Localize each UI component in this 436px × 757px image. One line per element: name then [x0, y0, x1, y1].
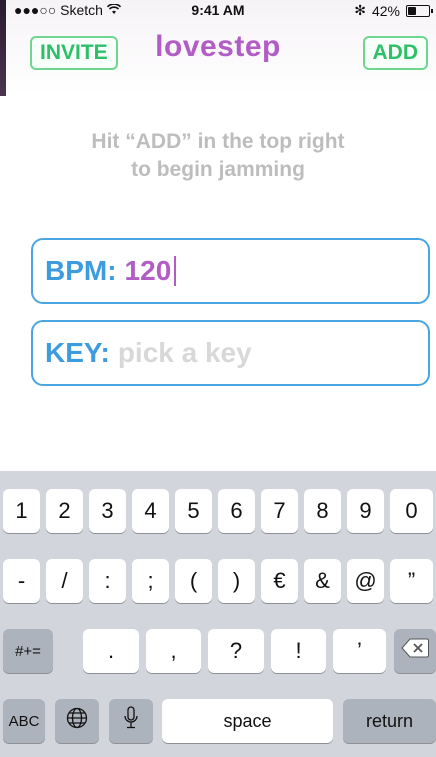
key-slash[interactable]: /: [46, 559, 83, 603]
microphone-icon: [123, 706, 139, 736]
key-6[interactable]: 6: [218, 489, 255, 533]
key-5[interactable]: 5: [175, 489, 212, 533]
key-0[interactable]: 0: [390, 489, 433, 533]
key-1[interactable]: 1: [3, 489, 40, 533]
abc-key[interactable]: ABC: [3, 699, 45, 743]
bluetooth-icon: ✻: [354, 2, 366, 18]
globe-key[interactable]: [55, 699, 99, 743]
key-semicolon[interactable]: ;: [132, 559, 169, 603]
key-4[interactable]: 4: [132, 489, 169, 533]
key-period[interactable]: .: [83, 629, 139, 673]
key-apostrophe[interactable]: ’: [333, 629, 386, 673]
key-comma[interactable]: ,: [146, 629, 201, 673]
battery-percent: 42%: [371, 2, 400, 19]
key-euro[interactable]: €: [261, 559, 298, 603]
dictation-key[interactable]: [109, 699, 153, 743]
key-field[interactable]: KEY: pick a key: [31, 320, 430, 386]
key-2[interactable]: 2: [46, 489, 83, 533]
bpm-field[interactable]: BPM: 120: [31, 238, 430, 304]
text-caret: [174, 256, 177, 286]
bpm-value[interactable]: 120: [125, 255, 172, 287]
key-9[interactable]: 9: [347, 489, 384, 533]
key-at[interactable]: @: [347, 559, 384, 603]
key-ampersand[interactable]: &: [304, 559, 341, 603]
bpm-label: BPM:: [45, 255, 117, 286]
key-close-paren[interactable]: ): [218, 559, 255, 603]
backspace-icon: [401, 638, 429, 664]
key-7[interactable]: 7: [261, 489, 298, 533]
status-bar: ●●●○○ Sketch 9:41 AM ✻ 42%: [0, 0, 436, 22]
key-label: KEY:: [45, 337, 110, 368]
globe-icon: [66, 707, 88, 735]
key-hyphen[interactable]: -: [3, 559, 40, 603]
symbols-toggle-key[interactable]: #+=: [3, 629, 53, 673]
key-open-paren[interactable]: (: [175, 559, 212, 603]
key-placeholder[interactable]: pick a key: [118, 337, 252, 369]
status-right: ✻ 42%: [354, 2, 433, 19]
battery-icon: [406, 4, 433, 17]
empty-state-hint: Hit “ADD” in the top right to begin jamm…: [0, 128, 436, 184]
key-question[interactable]: ?: [208, 629, 264, 673]
backspace-key[interactable]: [394, 629, 436, 673]
hint-line-2: to begin jamming: [131, 158, 305, 181]
battery-fill: [408, 6, 417, 15]
key-colon[interactable]: :: [89, 559, 126, 603]
key-exclamation[interactable]: !: [271, 629, 326, 673]
numeric-keyboard: 1 2 3 4 5 6 7 8 9 0 - / : ; ( ) € & @ ” …: [0, 471, 436, 757]
space-key[interactable]: space: [162, 699, 333, 743]
hint-line-1: Hit “ADD” in the top right: [91, 130, 345, 153]
key-quote[interactable]: ”: [390, 559, 433, 603]
return-key[interactable]: return: [343, 699, 436, 743]
key-8[interactable]: 8: [304, 489, 341, 533]
key-3[interactable]: 3: [89, 489, 126, 533]
add-button[interactable]: ADD: [362, 36, 428, 70]
